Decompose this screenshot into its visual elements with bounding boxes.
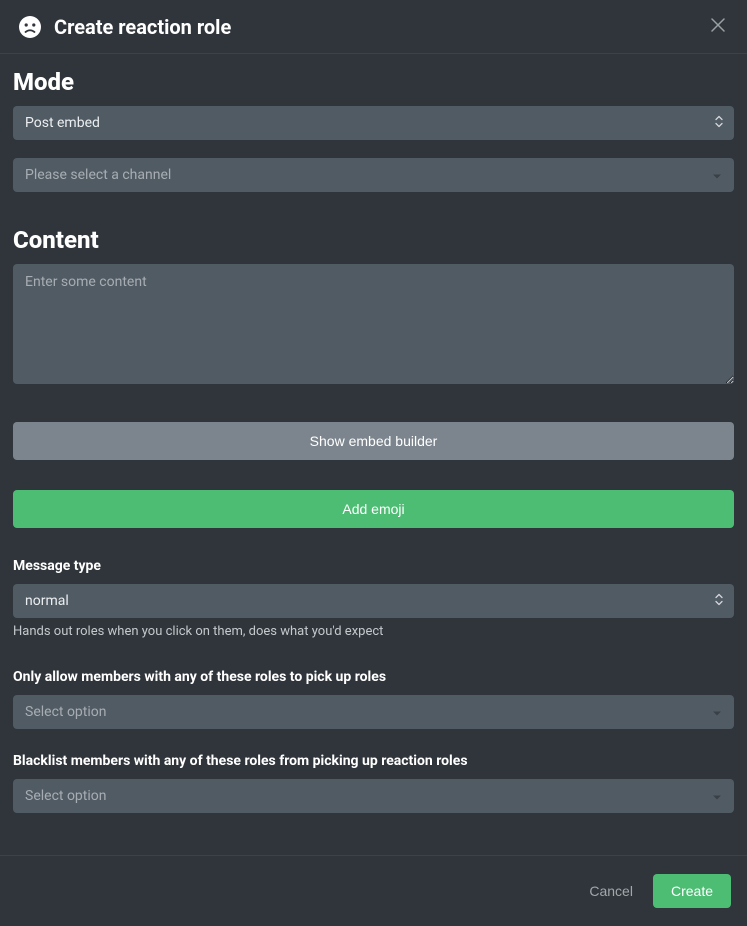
frown-icon — [18, 15, 42, 39]
message-type-help: Hands out roles when you click on them, … — [13, 624, 734, 639]
modal-footer: Cancel Create — [0, 855, 747, 926]
cancel-button[interactable]: Cancel — [583, 875, 639, 907]
create-reaction-role-modal: Create reaction role Mode Post embed Ple… — [0, 0, 747, 926]
message-type-label: Message type — [13, 558, 734, 574]
mode-label: Mode — [13, 68, 734, 96]
content-textarea[interactable] — [13, 264, 734, 384]
blacklist-select[interactable]: Select option — [13, 779, 734, 813]
message-type-value: normal — [13, 584, 734, 618]
modal-title: Create reaction role — [54, 15, 707, 39]
content-label: Content — [13, 226, 734, 254]
mode-select-value: Post embed — [13, 106, 734, 140]
modal-header: Create reaction role — [0, 0, 747, 54]
whitelist-select[interactable]: Select option — [13, 695, 734, 729]
whitelist-placeholder: Select option — [13, 695, 734, 729]
add-emoji-button[interactable]: Add emoji — [13, 490, 734, 528]
whitelist-label: Only allow members with any of these rol… — [13, 669, 734, 685]
channel-select[interactable]: Please select a channel — [13, 158, 734, 192]
mode-select[interactable]: Post embed — [13, 106, 734, 140]
create-button[interactable]: Create — [653, 874, 731, 908]
blacklist-label: Blacklist members with any of these role… — [13, 753, 734, 769]
close-icon[interactable] — [707, 14, 729, 39]
channel-select-placeholder: Please select a channel — [13, 158, 734, 192]
show-embed-builder-button[interactable]: Show embed builder — [13, 422, 734, 460]
message-type-select[interactable]: normal — [13, 584, 734, 618]
blacklist-placeholder: Select option — [13, 779, 734, 813]
modal-body: Mode Post embed Please select a channel … — [0, 54, 747, 855]
